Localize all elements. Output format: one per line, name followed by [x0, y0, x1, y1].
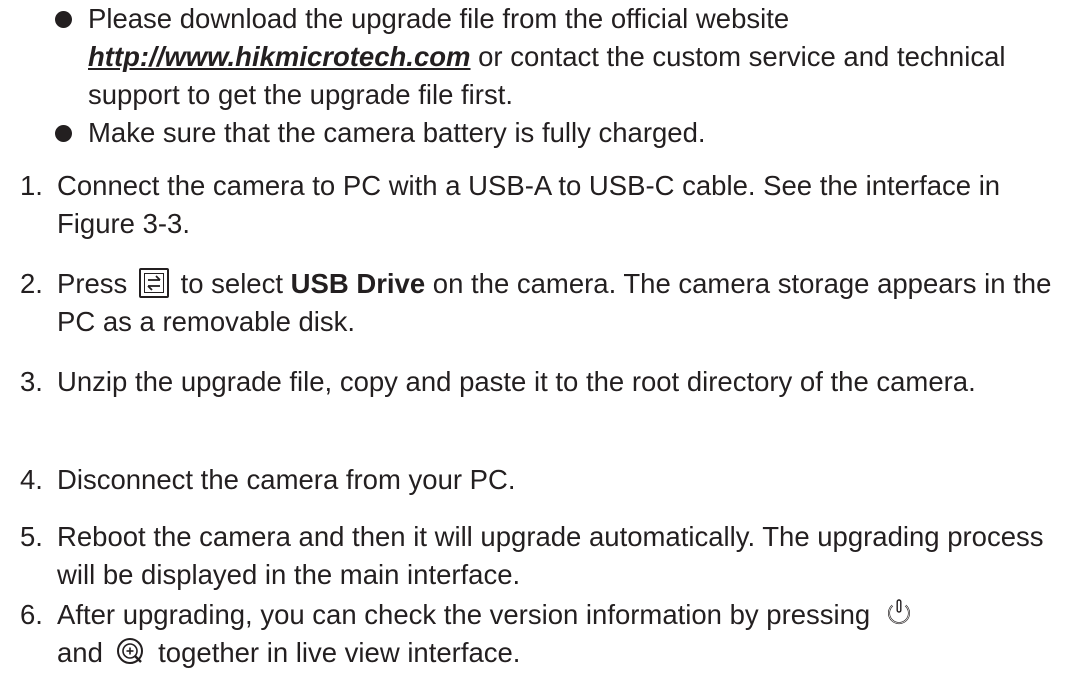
step-number: 4.: [20, 464, 43, 495]
step-text-mid: to select: [172, 268, 291, 299]
step-number: 2.: [20, 268, 43, 299]
step-text: Disconnect the camera from your PC.: [57, 464, 516, 495]
step-text: Unzip the upgrade file, copy and paste i…: [57, 366, 976, 397]
website-link[interactable]: http://www.hikmicrotech.com: [88, 41, 471, 72]
step-text-post: together in live view interface.: [150, 637, 521, 668]
step-number: 1.: [20, 170, 43, 201]
step-number: 5.: [20, 521, 43, 552]
step-text: Reboot the camera and then it will upgra…: [57, 521, 1044, 590]
usb-drive-label: USB Drive: [290, 268, 426, 299]
step-4: 4. Disconnect the camera from your PC.: [20, 461, 1060, 499]
step-3: 3. Unzip the upgrade file, copy and past…: [20, 363, 1060, 401]
bullet-text-pre: Please download the upgrade file from th…: [88, 3, 790, 34]
step-text: Connect the camera to PC with a USB-A to…: [57, 170, 1001, 239]
zoom-in-icon: [115, 636, 147, 668]
bullet-dot-icon: [55, 11, 72, 28]
document-page: Please download the upgrade file from th…: [0, 0, 1074, 675]
step-6: 6. After upgrading, you can check the ve…: [20, 596, 1060, 672]
bullet-text: Make sure that the camera battery is ful…: [88, 117, 706, 148]
bullet-dot-icon: [55, 125, 72, 142]
step-number: 3.: [20, 366, 43, 397]
step-text-pre: Press: [57, 268, 128, 299]
step-5: 5. Reboot the camera and then it will up…: [20, 518, 1060, 594]
prerequisite-list: Please download the upgrade file from th…: [52, 0, 1062, 152]
step-1: 1. Connect the camera to PC with a USB-A…: [20, 167, 1060, 243]
bullet-item-download: Please download the upgrade file from th…: [52, 0, 1062, 114]
step-number: 6.: [20, 599, 43, 630]
step-text-mid: and: [57, 637, 103, 668]
power-icon: [882, 596, 916, 630]
step-text-pre: After upgrading, you can check the versi…: [57, 599, 871, 630]
menu-switch-button-icon: [138, 267, 169, 298]
bullet-item-battery: Make sure that the camera battery is ful…: [52, 114, 1062, 152]
step-2: 2. Press to select USB Drive on the came…: [20, 265, 1060, 341]
